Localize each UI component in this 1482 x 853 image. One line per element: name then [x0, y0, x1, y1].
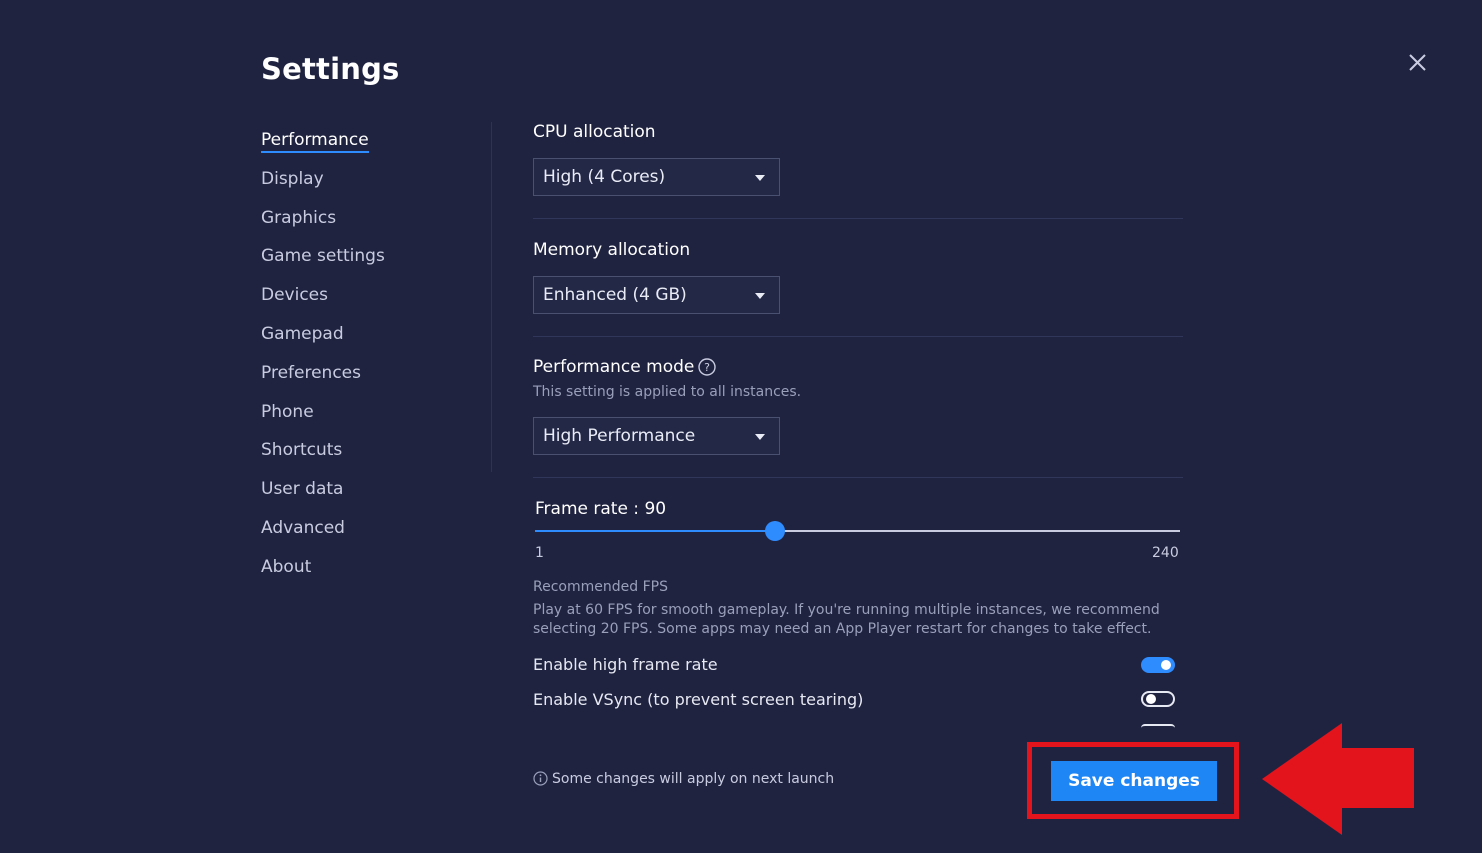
- partial-toggle[interactable]: [1141, 724, 1175, 728]
- settings-dialog: Settings Performance Display Graphics Ga…: [0, 0, 1482, 853]
- red-arrow-left-icon: [1262, 723, 1414, 835]
- sidebar-item-shortcuts[interactable]: Shortcuts: [261, 431, 481, 470]
- frame-rate-label: Frame rate : 90: [535, 499, 667, 519]
- frame-rate-slider[interactable]: [535, 521, 1180, 541]
- chevron-down-icon: [755, 293, 765, 299]
- frame-rate-slider-fill: [535, 530, 776, 532]
- sidebar-item-preferences[interactable]: Preferences: [261, 354, 481, 393]
- launch-note: Some changes will apply on next launch: [533, 771, 834, 787]
- recommended-fps-text: Play at 60 FPS for smooth gameplay. If y…: [533, 602, 1160, 637]
- info-circle-icon: [533, 771, 548, 786]
- cpu-allocation-label: CPU allocation: [533, 122, 656, 142]
- toggle-knob: [1146, 694, 1156, 704]
- sidebar-item-user-data[interactable]: User data: [261, 470, 481, 509]
- toggle-knob: [1161, 660, 1171, 670]
- sidebar-item-label: Phone: [261, 401, 314, 422]
- vsync-toggle[interactable]: [1141, 691, 1175, 707]
- sidebar-divider: [491, 122, 492, 472]
- frame-rate-max-label: 240: [1152, 545, 1179, 561]
- sidebar-item-performance[interactable]: Performance: [261, 121, 481, 160]
- settings-sidebar: Performance Display Graphics Game settin…: [261, 121, 481, 587]
- memory-allocation-value: Enhanced (4 GB): [543, 285, 687, 305]
- sidebar-item-game-settings[interactable]: Game settings: [261, 237, 481, 276]
- sidebar-item-label: Graphics: [261, 207, 337, 228]
- sidebar-item-label: Gamepad: [261, 323, 344, 344]
- sidebar-item-display[interactable]: Display: [261, 160, 481, 199]
- performance-mode-label: Performance mode: [533, 357, 695, 377]
- sidebar-item-label: About: [261, 556, 312, 577]
- sidebar-item-about[interactable]: About: [261, 548, 481, 587]
- sidebar-item-phone[interactable]: Phone: [261, 393, 481, 432]
- performance-mode-value: High Performance: [543, 426, 696, 446]
- chevron-down-icon: [755, 434, 765, 440]
- sidebar-item-label: Game settings: [261, 246, 385, 267]
- sidebar-item-label: Advanced: [261, 517, 345, 538]
- high-frame-rate-toggle[interactable]: [1141, 657, 1175, 673]
- chevron-down-icon: [755, 175, 765, 181]
- question-circle-icon[interactable]: ?: [698, 358, 716, 376]
- frame-rate-min-label: 1: [535, 545, 544, 561]
- sidebar-item-graphics[interactable]: Graphics: [261, 199, 481, 238]
- sidebar-item-label: Preferences: [261, 362, 361, 383]
- sidebar-item-devices[interactable]: Devices: [261, 276, 481, 315]
- sidebar-item-label: Devices: [261, 285, 328, 306]
- close-icon[interactable]: [1404, 49, 1432, 77]
- recommended-fps-title: Recommended FPS: [533, 579, 668, 595]
- section-divider: [533, 477, 1183, 478]
- sidebar-item-label: Display: [261, 168, 324, 189]
- sidebar-item-advanced[interactable]: Advanced: [261, 509, 481, 548]
- memory-allocation-select[interactable]: Enhanced (4 GB): [533, 276, 780, 314]
- section-divider: [533, 218, 1183, 219]
- performance-mode-note: This setting is applied to all instances…: [533, 384, 802, 400]
- cpu-allocation-select[interactable]: High (4 Cores): [533, 158, 780, 196]
- vsync-label: Enable VSync (to prevent screen tearing): [533, 690, 864, 709]
- section-divider: [533, 336, 1183, 337]
- sidebar-item-gamepad[interactable]: Gamepad: [261, 315, 481, 354]
- sidebar-item-label: User data: [261, 479, 344, 500]
- sidebar-item-label: Performance: [261, 129, 369, 153]
- frame-rate-slider-thumb[interactable]: [765, 521, 786, 541]
- save-changes-button[interactable]: Save changes: [1051, 761, 1217, 801]
- sidebar-item-label: Shortcuts: [261, 440, 343, 461]
- page-title: Settings: [261, 52, 400, 86]
- cpu-allocation-value: High (4 Cores): [543, 167, 666, 187]
- performance-mode-select[interactable]: High Performance: [533, 417, 780, 455]
- svg-text:?: ?: [704, 361, 710, 374]
- launch-note-text: Some changes will apply on next launch: [552, 771, 835, 787]
- high-frame-rate-label: Enable high frame rate: [533, 655, 718, 674]
- memory-allocation-label: Memory allocation: [533, 240, 691, 260]
